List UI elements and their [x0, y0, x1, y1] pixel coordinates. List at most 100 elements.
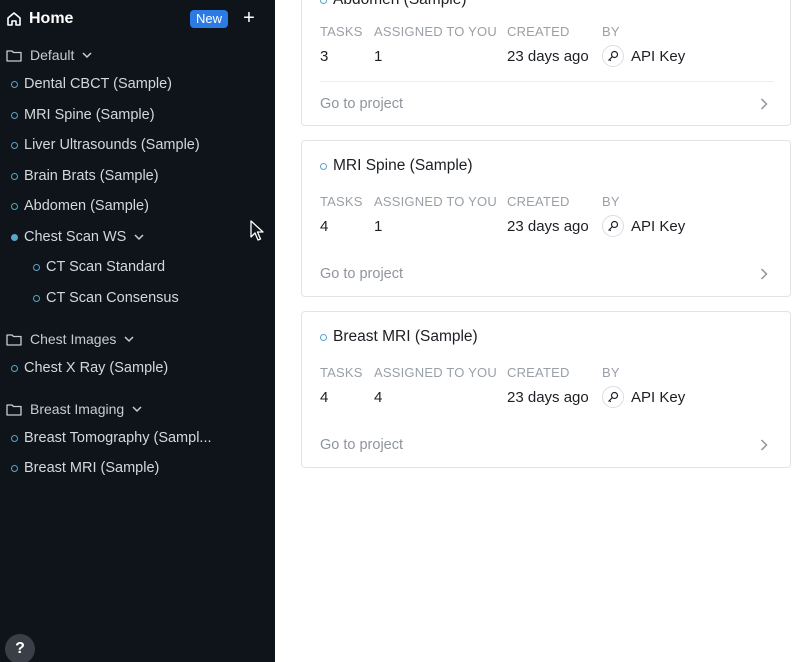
chevron-right-icon[interactable]	[760, 268, 768, 280]
home-icon	[7, 12, 21, 26]
chevron-down-icon	[124, 335, 134, 342]
group-breast-imaging[interactable]: Breast Imaging	[0, 397, 275, 421]
sidebar-item-abdomen[interactable]: Abdomen (Sample)	[0, 194, 275, 218]
by-header: BY	[602, 365, 620, 380]
project-title-text: MRI Spine (Sample)	[333, 157, 473, 174]
assigned-header: ASSIGNED TO YOU	[374, 365, 497, 380]
divider	[320, 81, 774, 82]
tasks-header: TASKS	[320, 365, 363, 380]
project-card[interactable]: MRI Spine (Sample) TASKS ASSIGNED TO YOU…	[301, 140, 791, 297]
sidebar-home[interactable]: Home	[0, 0, 275, 38]
sidebar-item-chest-x-ray[interactable]: Chest X Ray (Sample)	[0, 356, 275, 380]
group-chest-images[interactable]: Chest Images	[0, 327, 275, 351]
key-icon	[602, 215, 624, 237]
by-header: BY	[602, 194, 620, 209]
sidebar-item-label: Dental CBCT (Sample)	[24, 76, 173, 92]
group-label: Default	[30, 47, 75, 63]
sidebar-item-breast-mri[interactable]: Breast MRI (Sample)	[0, 456, 275, 480]
project-card[interactable]: Breast MRI (Sample) TASKS ASSIGNED TO YO…	[301, 311, 791, 468]
assigned-value: 1	[374, 218, 383, 235]
status-dot-icon	[11, 172, 18, 180]
project-title[interactable]: MRI Spine (Sample)	[320, 157, 473, 175]
by-header: BY	[602, 24, 620, 39]
sidebar-item-label: CT Scan Consensus	[46, 290, 179, 306]
sidebar-item-ct-scan-standard[interactable]: CT Scan Standard	[0, 255, 275, 279]
project-title-text: Breast MRI (Sample)	[333, 328, 478, 345]
project-title[interactable]: Abdomen (Sample)	[320, 0, 467, 9]
status-dot-icon	[11, 80, 18, 88]
new-button[interactable]: New	[190, 10, 229, 28]
sidebar-item-liver-ultrasounds[interactable]: Liver Ultrasounds (Sample)	[0, 133, 275, 157]
project-card[interactable]: Abdomen (Sample) TASKS ASSIGNED TO YOU C…	[301, 0, 791, 126]
status-dot-icon	[11, 141, 18, 149]
assigned-header: ASSIGNED TO YOU	[374, 24, 497, 39]
created-value: 23 days ago	[507, 48, 589, 65]
by-text: API Key	[631, 388, 686, 406]
add-project-button[interactable]: +	[240, 8, 258, 28]
sidebar-item-breast-tomography[interactable]: Breast Tomography (Sampl...	[0, 426, 275, 450]
sidebar-item-mri-spine[interactable]: MRI Spine (Sample)	[0, 103, 275, 127]
folder-icon	[6, 49, 22, 62]
sidebar-item-dental-cbct[interactable]: Dental CBCT (Sample)	[0, 72, 275, 96]
tasks-header: TASKS	[320, 24, 363, 39]
tasks-value: 3	[320, 48, 329, 65]
folder-icon	[6, 333, 22, 346]
key-icon	[602, 386, 624, 408]
sidebar-item-ct-scan-consensus[interactable]: CT Scan Consensus	[0, 286, 275, 310]
help-button[interactable]: ?	[5, 634, 35, 662]
assigned-value: 4	[374, 389, 383, 406]
assigned-header: ASSIGNED TO YOU	[374, 194, 497, 209]
sidebar-item-label: Brain Brats (Sample)	[24, 168, 159, 184]
project-title-text: Abdomen (Sample)	[333, 0, 467, 9]
go-to-project-link[interactable]: Go to project	[320, 96, 403, 112]
chevron-down-icon	[82, 51, 92, 58]
tasks-value: 4	[320, 218, 329, 235]
status-dot-icon	[11, 364, 18, 372]
group-default[interactable]: Default	[0, 43, 275, 67]
project-title[interactable]: Breast MRI (Sample)	[320, 328, 478, 346]
status-dot-icon	[11, 202, 18, 210]
status-dot-icon	[320, 162, 327, 170]
sidebar-item-label: Breast Tomography (Sampl...	[24, 430, 212, 446]
status-dot-icon	[320, 333, 327, 341]
folder-icon	[6, 403, 22, 416]
sidebar-item-brain-brats[interactable]: Brain Brats (Sample)	[0, 164, 275, 188]
by-value: API Key	[602, 386, 685, 408]
created-header: CREATED	[507, 365, 570, 380]
status-dot-icon	[320, 0, 327, 4]
mouse-cursor-icon	[250, 220, 264, 241]
by-value: API Key	[602, 45, 685, 67]
go-to-project-link[interactable]: Go to project	[320, 266, 403, 282]
sidebar-item-label: Breast MRI (Sample)	[24, 460, 160, 476]
chevron-right-icon[interactable]	[760, 98, 768, 110]
sidebar: Home New + Default Dental CBCT (Sample) …	[0, 0, 275, 662]
status-dot-icon	[33, 294, 40, 302]
sidebar-item-label: MRI Spine (Sample)	[24, 107, 155, 123]
created-value: 23 days ago	[507, 389, 589, 406]
by-text: API Key	[631, 47, 686, 65]
sidebar-item-label: Chest Scan WS	[24, 229, 127, 245]
chevron-down-icon	[132, 405, 142, 412]
status-dot-icon	[33, 263, 40, 271]
status-dot-icon	[11, 233, 18, 241]
key-icon	[602, 45, 624, 67]
sidebar-item-label: CT Scan Standard	[46, 259, 166, 275]
sidebar-item-label: Abdomen (Sample)	[24, 198, 149, 214]
status-dot-icon	[11, 111, 18, 119]
created-header: CREATED	[507, 194, 570, 209]
home-label: Home	[29, 10, 74, 27]
projects-list: Abdomen (Sample) TASKS ASSIGNED TO YOU C…	[275, 0, 800, 662]
sidebar-item-label: Chest X Ray (Sample)	[24, 360, 169, 376]
status-dot-icon	[11, 464, 18, 472]
chevron-down-icon	[134, 233, 144, 240]
sidebar-item-chest-scan-ws[interactable]: Chest Scan WS	[0, 225, 275, 249]
go-to-project-link[interactable]: Go to project	[320, 437, 403, 453]
group-label: Chest Images	[30, 331, 117, 347]
created-value: 23 days ago	[507, 218, 589, 235]
assigned-value: 1	[374, 48, 383, 65]
tasks-header: TASKS	[320, 194, 363, 209]
chevron-right-icon[interactable]	[760, 439, 768, 451]
group-label: Breast Imaging	[30, 401, 125, 417]
status-dot-icon	[11, 434, 18, 442]
sidebar-item-label: Liver Ultrasounds (Sample)	[24, 137, 200, 153]
